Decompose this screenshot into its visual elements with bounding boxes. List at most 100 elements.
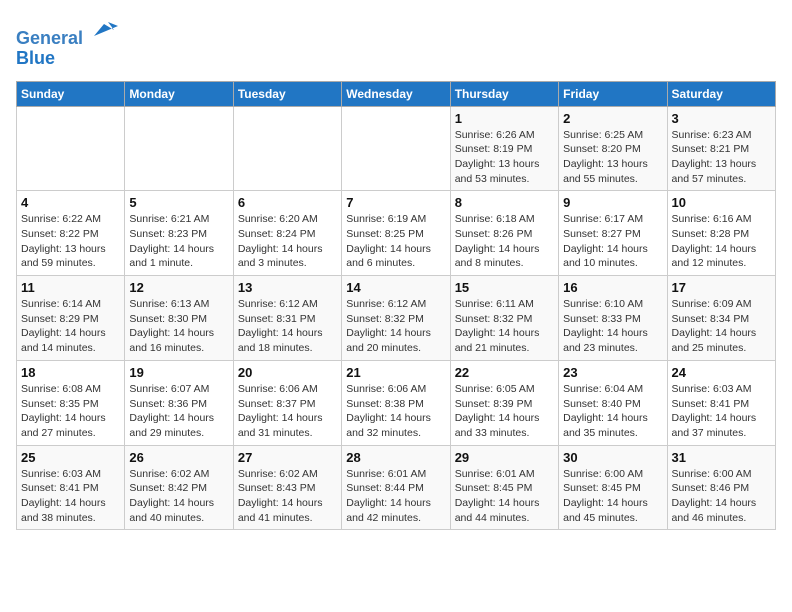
day-number: 19 [129, 365, 228, 380]
calendar-cell: 10Sunrise: 6:16 AMSunset: 8:28 PMDayligh… [667, 191, 775, 276]
day-number: 7 [346, 195, 445, 210]
day-number: 26 [129, 450, 228, 465]
day-info: Sunrise: 6:13 AMSunset: 8:30 PMDaylight:… [129, 297, 228, 356]
calendar-cell: 12 Sunrise: 6:13 AMSunset: 8:30 PMDayligh… [125, 276, 233, 361]
day-number: 4 [21, 195, 120, 210]
calendar-week-1: 1Sunrise: 6:26 AMSunset: 8:19 PMDaylight… [17, 106, 776, 191]
calendar-week-3: 11 Sunrise: 6:14 AMSunset: 8:29 PMDayligh… [17, 276, 776, 361]
calendar-cell: 21Sunrise: 6:06 AMSunset: 8:38 PMDayligh… [342, 360, 450, 445]
day-info: Sunrise: 6:12 AMSunset: 8:31 PMDaylight:… [238, 297, 337, 356]
calendar-cell: 4 Sunrise: 6:22 AMSunset: 8:22 PMDaylight… [17, 191, 125, 276]
day-info: Sunrise: 6:17 AMSunset: 8:27 PMDaylight:… [563, 212, 662, 271]
calendar-week-4: 18 Sunrise: 6:08 AMSunset: 8:35 PMDayligh… [17, 360, 776, 445]
day-number: 13 [238, 280, 337, 295]
calendar-cell: 20 Sunrise: 6:06 AMSunset: 8:37 PMDayligh… [233, 360, 341, 445]
day-info: Sunrise: 6:03 AMSunset: 8:41 PMDaylight:… [21, 467, 120, 526]
day-info: Sunrise: 6:26 AMSunset: 8:19 PMDaylight:… [455, 128, 554, 187]
calendar-cell: 11 Sunrise: 6:14 AMSunset: 8:29 PMDayligh… [17, 276, 125, 361]
day-number: 2 [563, 111, 662, 126]
day-number: 17 [672, 280, 771, 295]
day-info: Sunrise: 6:07 AMSunset: 8:36 PMDaylight:… [129, 382, 228, 441]
calendar-cell [125, 106, 233, 191]
calendar-cell: 27 Sunrise: 6:02 AMSunset: 8:43 PMDayligh… [233, 445, 341, 530]
calendar-cell: 6 Sunrise: 6:20 AMSunset: 8:24 PMDaylight… [233, 191, 341, 276]
day-number: 8 [455, 195, 554, 210]
day-info: Sunrise: 6:01 AMSunset: 8:45 PMDaylight:… [455, 467, 554, 526]
logo-blue: Blue [16, 48, 55, 68]
day-number: 20 [238, 365, 337, 380]
day-info: Sunrise: 6:06 AMSunset: 8:37 PMDaylight:… [238, 382, 337, 441]
calendar-cell: 9 Sunrise: 6:17 AMSunset: 8:27 PMDaylight… [559, 191, 667, 276]
calendar-cell: 3Sunrise: 6:23 AMSunset: 8:21 PMDaylight… [667, 106, 775, 191]
day-info: Sunrise: 6:02 AMSunset: 8:42 PMDaylight:… [129, 467, 228, 526]
calendar-cell: 28 Sunrise: 6:01 AMSunset: 8:44 PMDayligh… [342, 445, 450, 530]
calendar-cell: 5 Sunrise: 6:21 AMSunset: 8:23 PMDaylight… [125, 191, 233, 276]
calendar-table: SundayMondayTuesdayWednesdayThursdayFrid… [16, 81, 776, 531]
calendar-cell [17, 106, 125, 191]
day-number: 23 [563, 365, 662, 380]
day-info: Sunrise: 6:04 AMSunset: 8:40 PMDaylight:… [563, 382, 662, 441]
calendar-week-2: 4 Sunrise: 6:22 AMSunset: 8:22 PMDaylight… [17, 191, 776, 276]
calendar-cell: 17 Sunrise: 6:09 AMSunset: 8:34 PMDayligh… [667, 276, 775, 361]
day-number: 10 [672, 195, 771, 210]
logo-general: General [16, 28, 83, 48]
calendar-cell: 18 Sunrise: 6:08 AMSunset: 8:35 PMDayligh… [17, 360, 125, 445]
day-info: Sunrise: 6:23 AMSunset: 8:21 PMDaylight:… [672, 128, 771, 187]
day-number: 15 [455, 280, 554, 295]
day-number: 24 [672, 365, 771, 380]
day-number: 14 [346, 280, 445, 295]
day-info: Sunrise: 6:18 AMSunset: 8:26 PMDaylight:… [455, 212, 554, 271]
logo-bird-icon [90, 16, 118, 44]
day-number: 18 [21, 365, 120, 380]
weekday-header-thursday: Thursday [450, 81, 558, 106]
day-number: 12 [129, 280, 228, 295]
page-header: General Blue [16, 16, 776, 69]
calendar-cell: 14Sunrise: 6:12 AMSunset: 8:32 PMDayligh… [342, 276, 450, 361]
day-info: Sunrise: 6:25 AMSunset: 8:20 PMDaylight:… [563, 128, 662, 187]
calendar-week-5: 25Sunrise: 6:03 AMSunset: 8:41 PMDayligh… [17, 445, 776, 530]
calendar-cell: 1Sunrise: 6:26 AMSunset: 8:19 PMDaylight… [450, 106, 558, 191]
calendar-cell: 7 Sunrise: 6:19 AMSunset: 8:25 PMDaylight… [342, 191, 450, 276]
calendar-cell: 25Sunrise: 6:03 AMSunset: 8:41 PMDayligh… [17, 445, 125, 530]
day-info: Sunrise: 6:19 AMSunset: 8:25 PMDaylight:… [346, 212, 445, 271]
calendar-cell: 29 Sunrise: 6:01 AMSunset: 8:45 PMDayligh… [450, 445, 558, 530]
day-number: 22 [455, 365, 554, 380]
weekday-header-tuesday: Tuesday [233, 81, 341, 106]
calendar-cell: 22 Sunrise: 6:05 AMSunset: 8:39 PMDayligh… [450, 360, 558, 445]
day-number: 21 [346, 365, 445, 380]
calendar-cell: 15 Sunrise: 6:11 AMSunset: 8:32 PMDayligh… [450, 276, 558, 361]
day-info: Sunrise: 6:05 AMSunset: 8:39 PMDaylight:… [455, 382, 554, 441]
weekday-header-saturday: Saturday [667, 81, 775, 106]
day-number: 29 [455, 450, 554, 465]
weekday-header-sunday: Sunday [17, 81, 125, 106]
weekday-header-wednesday: Wednesday [342, 81, 450, 106]
day-info: Sunrise: 6:00 AMSunset: 8:45 PMDaylight:… [563, 467, 662, 526]
day-number: 30 [563, 450, 662, 465]
calendar-cell: 19 Sunrise: 6:07 AMSunset: 8:36 PMDayligh… [125, 360, 233, 445]
calendar-cell: 24 Sunrise: 6:03 AMSunset: 8:41 PMDayligh… [667, 360, 775, 445]
day-info: Sunrise: 6:08 AMSunset: 8:35 PMDaylight:… [21, 382, 120, 441]
day-number: 16 [563, 280, 662, 295]
day-info: Sunrise: 6:20 AMSunset: 8:24 PMDaylight:… [238, 212, 337, 271]
day-info: Sunrise: 6:02 AMSunset: 8:43 PMDaylight:… [238, 467, 337, 526]
day-number: 5 [129, 195, 228, 210]
weekday-header-monday: Monday [125, 81, 233, 106]
calendar-cell: 8 Sunrise: 6:18 AMSunset: 8:26 PMDaylight… [450, 191, 558, 276]
day-number: 28 [346, 450, 445, 465]
day-info: Sunrise: 6:14 AMSunset: 8:29 PMDaylight:… [21, 297, 120, 356]
day-number: 6 [238, 195, 337, 210]
day-number: 27 [238, 450, 337, 465]
day-info: Sunrise: 6:10 AMSunset: 8:33 PMDaylight:… [563, 297, 662, 356]
calendar-cell: 31Sunrise: 6:00 AMSunset: 8:46 PMDayligh… [667, 445, 775, 530]
day-info: Sunrise: 6:03 AMSunset: 8:41 PMDaylight:… [672, 382, 771, 441]
calendar-cell: 2 Sunrise: 6:25 AMSunset: 8:20 PMDaylight… [559, 106, 667, 191]
day-number: 11 [21, 280, 120, 295]
calendar-cell: 26 Sunrise: 6:02 AMSunset: 8:42 PMDayligh… [125, 445, 233, 530]
day-info: Sunrise: 6:21 AMSunset: 8:23 PMDaylight:… [129, 212, 228, 271]
weekday-header-row: SundayMondayTuesdayWednesdayThursdayFrid… [17, 81, 776, 106]
day-info: Sunrise: 6:09 AMSunset: 8:34 PMDaylight:… [672, 297, 771, 356]
day-info: Sunrise: 6:01 AMSunset: 8:44 PMDaylight:… [346, 467, 445, 526]
day-number: 9 [563, 195, 662, 210]
day-info: Sunrise: 6:22 AMSunset: 8:22 PMDaylight:… [21, 212, 120, 271]
day-info: Sunrise: 6:11 AMSunset: 8:32 PMDaylight:… [455, 297, 554, 356]
